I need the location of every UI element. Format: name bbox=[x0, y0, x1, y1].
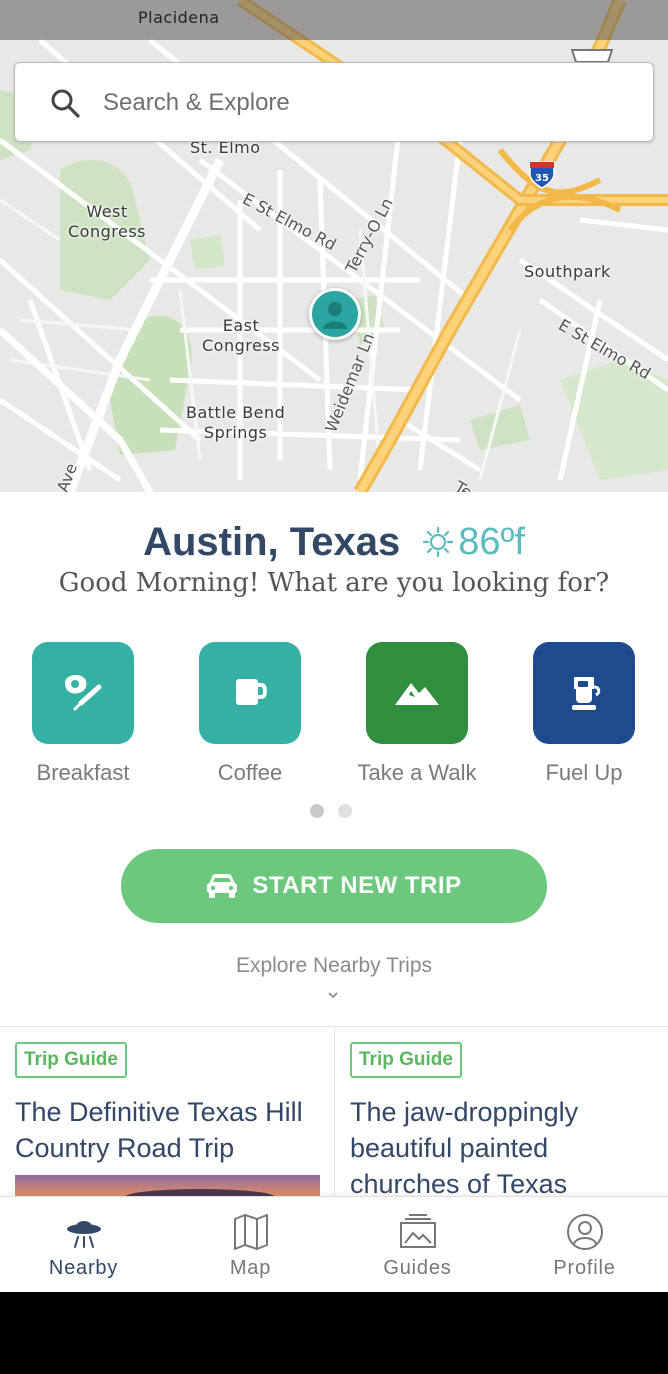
mug-icon bbox=[236, 679, 267, 705]
egg-spatula-icon bbox=[65, 675, 102, 711]
nav-item-profile[interactable]: Profile bbox=[501, 1197, 668, 1292]
city-name: Austin, Texas bbox=[143, 519, 401, 564]
system-navigation-bar bbox=[0, 1292, 668, 1374]
nav-item-map[interactable]: Map bbox=[167, 1197, 334, 1292]
category-label: Breakfast bbox=[36, 760, 130, 785]
person-icon bbox=[323, 302, 347, 329]
page-dot-active[interactable] bbox=[310, 804, 324, 818]
category-label: Fuel Up bbox=[545, 760, 623, 785]
bottom-navigation: Nearby Map Guides Profile bbox=[0, 1196, 668, 1292]
profile-icon bbox=[566, 1214, 603, 1250]
search-input[interactable] bbox=[103, 83, 623, 123]
category-tile[interactable] bbox=[32, 642, 134, 744]
status-bar-overlay: Placidena bbox=[0, 0, 668, 40]
trip-card[interactable]: Trip Guide The jaw-droppingly beautiful … bbox=[334, 1027, 668, 1199]
map-view[interactable]: 35 Placidena St. Elmo West Congress East… bbox=[0, 0, 668, 492]
ufo-icon bbox=[66, 1221, 101, 1248]
carousel-page-indicator bbox=[310, 804, 352, 818]
app-screen: 35 Placidena St. Elmo West Congress East… bbox=[0, 0, 668, 1292]
nav-label: Map bbox=[229, 1257, 272, 1279]
nav-label: Profile bbox=[553, 1257, 616, 1279]
category-label: Take a Walk bbox=[357, 760, 477, 785]
category-coffee[interactable]: Coffee bbox=[180, 642, 320, 786]
explore-nearby-trips-link[interactable]: Explore Nearby Trips bbox=[0, 954, 668, 978]
trip-guide-tag: Trip Guide bbox=[15, 1042, 127, 1078]
map-label-west-congress: West Congress bbox=[68, 202, 146, 241]
search-icon bbox=[51, 89, 80, 118]
trip-guide-tag: Trip Guide bbox=[350, 1042, 462, 1078]
weather-display: 86ºf bbox=[422, 521, 525, 564]
map-label-east-congress: East Congress bbox=[202, 316, 280, 355]
trip-card-title: The jaw-droppingly beautiful painted chu… bbox=[350, 1097, 579, 1199]
start-new-trip-label: START NEW TRIP bbox=[252, 872, 462, 899]
category-take-a-walk[interactable]: Take a Walk bbox=[347, 642, 487, 786]
map-label-battle-bend-springs: Battle Bend Springs bbox=[186, 403, 286, 442]
current-location-marker[interactable] bbox=[309, 288, 361, 340]
category-tile[interactable] bbox=[533, 642, 635, 744]
category-fuel-up[interactable]: Fuel Up bbox=[514, 642, 654, 786]
search-bar[interactable] bbox=[14, 62, 654, 142]
trip-cards-list: Trip Guide The Definitive Texas Hill Cou… bbox=[0, 1026, 668, 1199]
trip-card-title: The Definitive Texas Hill Country Road T… bbox=[15, 1097, 303, 1163]
map-label-placidena: Placidena bbox=[138, 8, 220, 27]
map-icon bbox=[233, 1214, 268, 1250]
nav-item-guides[interactable]: Guides bbox=[334, 1197, 501, 1292]
category-breakfast[interactable]: Breakfast bbox=[13, 642, 153, 786]
fuel-pump-icon bbox=[572, 677, 601, 710]
chevron-down-icon[interactable] bbox=[326, 990, 340, 1000]
sun-icon bbox=[423, 526, 454, 558]
trip-card[interactable]: Trip Guide The Definitive Texas Hill Cou… bbox=[0, 1027, 334, 1199]
map-label-southpark: Southpark bbox=[524, 262, 611, 281]
category-tile[interactable] bbox=[366, 642, 468, 744]
greeting-text: Good Morning! What are you looking for? bbox=[58, 568, 610, 598]
category-tile[interactable] bbox=[199, 642, 301, 744]
interstate-number: 35 bbox=[535, 173, 549, 184]
page-dot[interactable] bbox=[338, 804, 352, 818]
mountain-icon bbox=[395, 683, 439, 705]
nav-label: Nearby bbox=[48, 1257, 119, 1279]
guides-icon bbox=[399, 1214, 436, 1248]
category-label: Coffee bbox=[217, 760, 283, 785]
car-icon bbox=[207, 874, 238, 898]
nav-label: Guides bbox=[383, 1257, 452, 1279]
nav-item-nearby[interactable]: Nearby bbox=[0, 1197, 167, 1292]
location-header: Austin, Texas 86ºf bbox=[0, 516, 668, 568]
start-new-trip-button[interactable]: START NEW TRIP bbox=[121, 849, 547, 923]
temperature: 86ºf bbox=[458, 520, 525, 563]
